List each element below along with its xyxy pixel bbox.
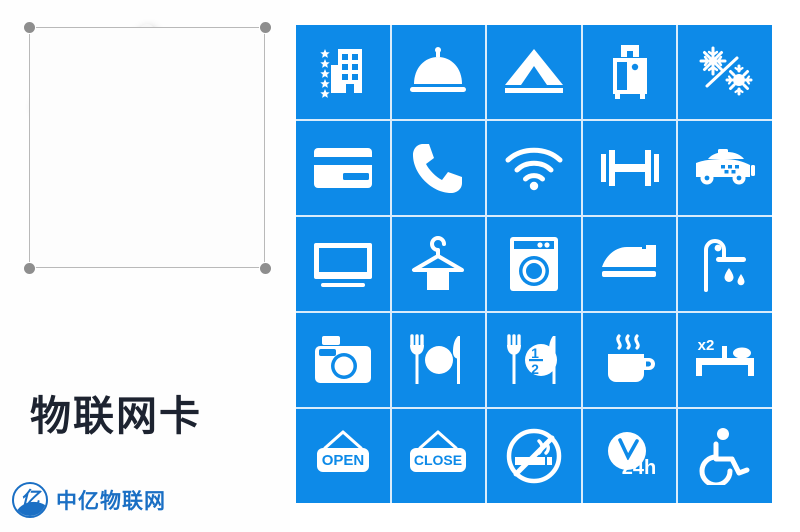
resize-handle-bottom-left[interactable] <box>23 262 35 274</box>
half-board-icon: 1 2 <box>506 334 557 384</box>
icon-tile-open-sign[interactable]: OPEN <box>296 409 390 503</box>
icon-tile-air-conditioning[interactable] <box>678 25 772 119</box>
double-bed-icon: x2 <box>696 337 755 376</box>
resize-handle-top-left[interactable] <box>23 21 35 33</box>
svg-text:2: 2 <box>531 361 539 377</box>
icon-tile-telephone[interactable] <box>391 121 486 215</box>
brand-logo-glyph: 亿 <box>20 487 40 510</box>
telephone-icon <box>413 144 463 193</box>
icon-tile-hotel-stars[interactable] <box>296 25 390 119</box>
hotel-stars-icon <box>320 49 362 98</box>
icon-tile-clothes-hanger[interactable] <box>391 217 486 311</box>
icon-tile-washing-machine[interactable] <box>487 217 581 311</box>
washing-machine-icon <box>509 237 558 291</box>
hours-label: 24h <box>621 457 655 479</box>
icon-tile-no-smoking[interactable] <box>487 409 581 503</box>
brand-name: 中亿物联网 <box>56 489 166 513</box>
camera-icon <box>314 336 371 383</box>
product-title: 物联网卡 <box>30 392 202 440</box>
icon-tile-room-service[interactable] <box>391 25 486 119</box>
credit-card-icon <box>313 148 372 188</box>
icon-tile-coffee-cup[interactable] <box>582 313 677 407</box>
image-selection-frame[interactable] <box>29 27 265 268</box>
icon-tile-taxi[interactable] <box>678 121 772 215</box>
icon-tile-half-board[interactable]: 1 2 <box>487 313 581 407</box>
wheelchair-icon <box>699 428 750 485</box>
icon-tile-dumbbell[interactable] <box>582 121 677 215</box>
air-conditioning-icon <box>699 46 753 96</box>
icon-tile-television[interactable] <box>296 217 390 311</box>
icon-tile-restaurant[interactable] <box>391 313 486 407</box>
resize-handle-bottom-right[interactable] <box>259 262 271 274</box>
coffee-cup-icon <box>607 334 655 382</box>
room-service-icon <box>410 47 467 92</box>
page-root: 物联网卡 亿 中亿物联网 1 2 x2 OPEN CLOSE 24h <box>0 0 800 532</box>
left-product-panel: 物联网卡 亿 中亿物联网 <box>0 0 290 532</box>
open-sign-icon: OPEN <box>316 430 369 472</box>
icon-tile-credit-card[interactable] <box>296 121 390 215</box>
icon-tile-tent[interactable] <box>487 25 581 119</box>
icon-tile-luggage[interactable] <box>582 25 677 119</box>
shower-icon <box>704 239 747 292</box>
icon-tile-close-sign[interactable]: CLOSE <box>391 409 486 503</box>
icon-tile-camera[interactable] <box>296 313 390 407</box>
taxi-icon <box>696 149 756 185</box>
svg-text:1: 1 <box>531 345 539 361</box>
svg-text:x2: x2 <box>698 337 715 354</box>
resize-handle-top-right[interactable] <box>259 21 271 33</box>
open-sign-label: OPEN <box>322 452 365 469</box>
24-hour-clock-icon: 24h <box>607 432 656 479</box>
icon-tile-wheelchair[interactable] <box>678 409 772 503</box>
restaurant-icon <box>410 334 461 384</box>
brand-logo-icon: 亿 <box>12 482 48 518</box>
luggage-icon <box>612 45 647 99</box>
icon-tile-wifi[interactable] <box>487 121 581 215</box>
icon-tile-iron[interactable] <box>582 217 677 311</box>
dumbbell-icon <box>600 150 659 186</box>
close-sign-label: CLOSE <box>414 452 462 468</box>
television-icon <box>313 243 372 287</box>
no-smoking-icon <box>506 428 562 484</box>
clothes-hanger-icon <box>412 236 465 290</box>
wifi-icon <box>505 147 563 191</box>
icon-tile-24-hour[interactable]: 24h <box>582 409 677 503</box>
amenity-icon-grid: 1 2 x2 OPEN CLOSE 24h <box>296 25 772 503</box>
icon-tile-shower[interactable] <box>678 217 772 311</box>
icon-tile-double-bed[interactable]: x2 <box>678 313 772 407</box>
close-sign-icon: CLOSE <box>410 430 467 472</box>
brand-lockup: 亿 中亿物联网 <box>12 482 166 518</box>
iron-icon <box>601 245 656 277</box>
tent-icon <box>504 49 563 93</box>
